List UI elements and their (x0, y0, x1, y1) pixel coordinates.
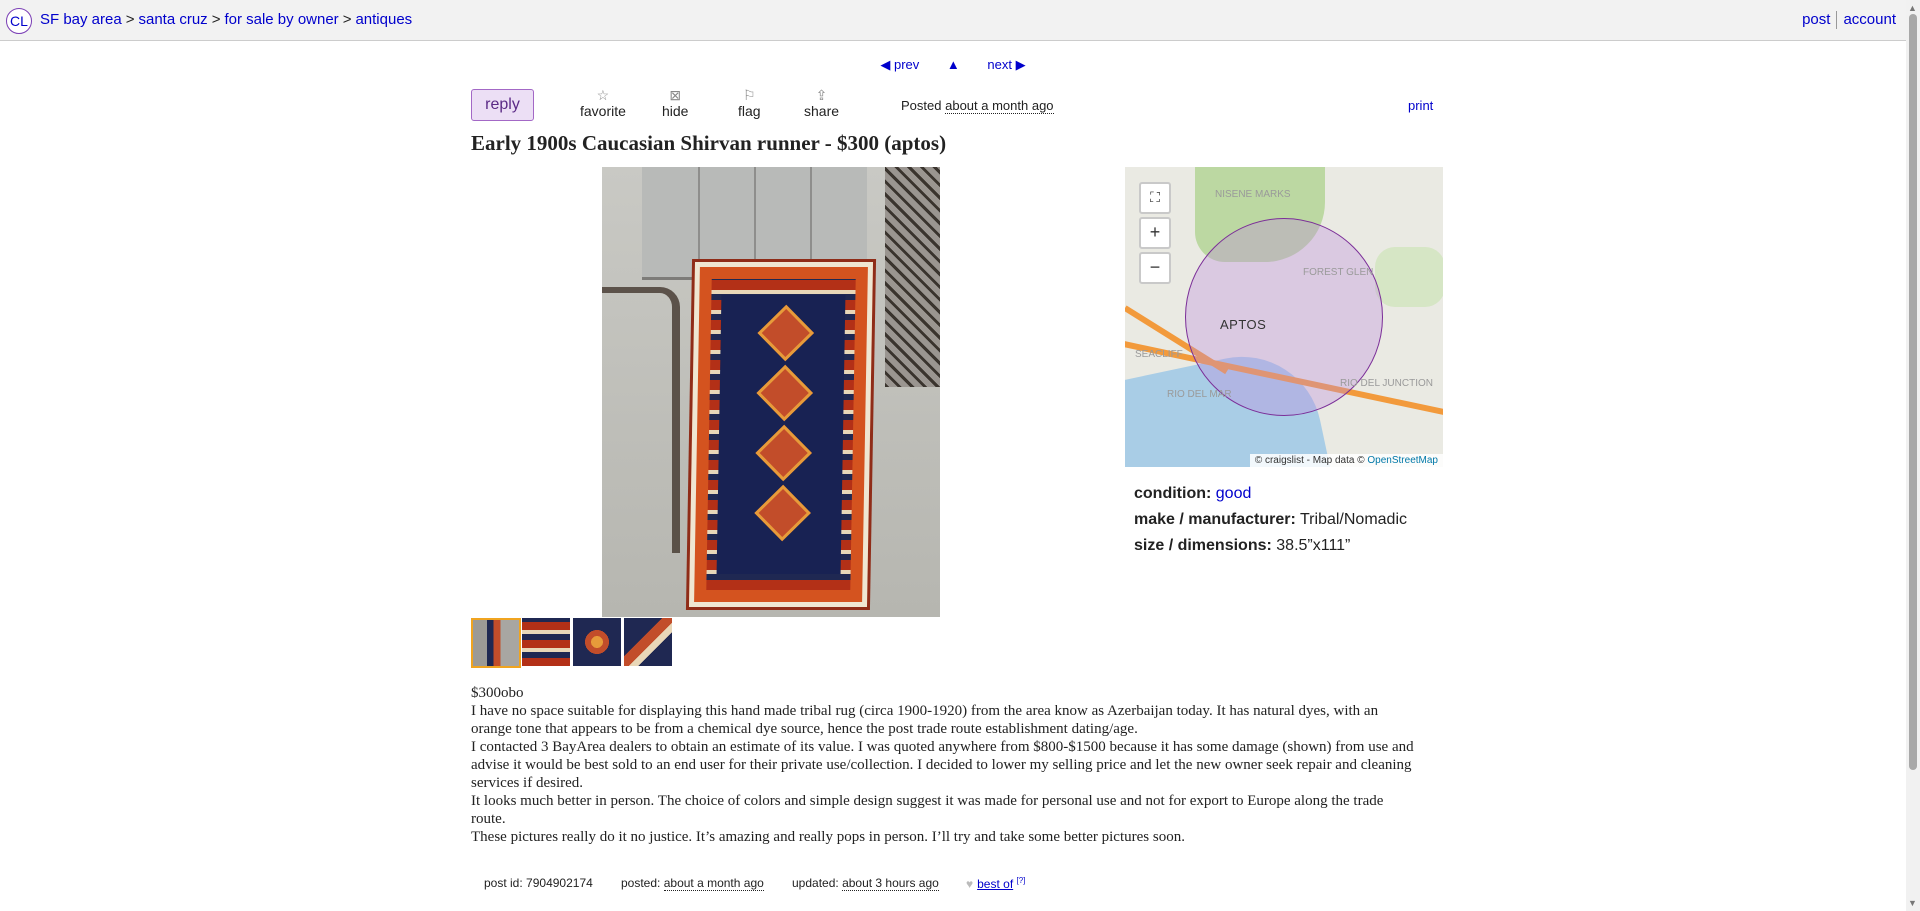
map-place-label: APTOS (1220, 317, 1267, 332)
body-paragraph: I contacted 3 BayArea dealers to obtain … (471, 739, 1414, 791)
map-label: FOREST GLEN (1303, 267, 1374, 278)
attr-condition: condition: good (1134, 481, 1407, 507)
attr-value: Tribal/Nomadic (1300, 511, 1407, 528)
map-park (1375, 247, 1443, 307)
hide-icon: ⊠ (669, 87, 682, 103)
page-scrollbar[interactable]: ▲ ▼ (1906, 0, 1920, 911)
attribute-group: condition: good make / manufacturer: Tri… (1134, 481, 1407, 559)
breadcrumb-separator: > (211, 11, 221, 28)
best-of-help-link[interactable]: [?] (1017, 876, 1026, 885)
share-icon: ⇪ (815, 87, 828, 103)
scroll-up-arrow-icon[interactable]: ▲ (1908, 3, 1917, 13)
posted-time: about a month ago (663, 876, 764, 891)
header-divider (1836, 11, 1838, 30)
thumbnail-4[interactable] (624, 618, 672, 666)
photo-chair (602, 287, 680, 553)
flag-icon: ⚐ (743, 87, 756, 103)
photo-lattice (885, 167, 940, 387)
breadcrumb-section[interactable]: for sale by owner (224, 11, 338, 28)
best-of-link[interactable]: best of (977, 877, 1013, 891)
attr-size: size / dimensions: 38.5”x111” (1134, 533, 1407, 559)
breadcrumb-separator: > (342, 11, 352, 28)
breadcrumb-separator: > (125, 11, 135, 28)
posted-date: Posted about a month ago (901, 98, 1054, 114)
breadcrumb-category[interactable]: antiques (355, 11, 412, 28)
posted-label: posted: (621, 876, 661, 890)
flag-button[interactable]: ⚐ flag (738, 87, 761, 119)
print-link[interactable]: print (1408, 98, 1433, 113)
post-id: post id: 7904902174 (484, 876, 593, 890)
posting-body: $300obo I have no space suitable for dis… (471, 684, 1421, 846)
attr-value: 38.5”x111” (1276, 537, 1351, 554)
thumbnail-2[interactable] (522, 618, 570, 666)
openstreetmap-link[interactable]: OpenStreetMap (1367, 455, 1438, 466)
post-id-label: post id: (484, 876, 523, 890)
zoom-in-button[interactable]: + (1139, 217, 1171, 249)
hide-button[interactable]: ⊠ hide (662, 87, 688, 119)
map-label: NISENE MARKS (1215, 189, 1291, 200)
attr-label: condition: (1134, 485, 1212, 502)
next-link[interactable]: next ▶ (987, 57, 1025, 72)
main-photo[interactable] (602, 167, 940, 617)
flag-label: flag (738, 103, 761, 119)
posting-pager: ◀ prev ▲ next ▶ (0, 57, 1906, 73)
thumbnail-3[interactable] (573, 618, 621, 666)
posted-label: Posted (901, 98, 942, 113)
post-id-value: 7904902174 (526, 876, 593, 890)
share-label: share (804, 103, 840, 119)
body-paragraph: These pictures really do it no justice. … (471, 829, 1185, 845)
breadcrumb: SF bay area > santa cruz > for sale by owner… (40, 11, 412, 28)
posting-title: Early 1900s Caucasian Shirvan runner - $… (471, 131, 947, 155)
scroll-thumb[interactable] (1909, 14, 1917, 770)
attr-condition-value[interactable]: good (1216, 485, 1252, 502)
map-label: SEACLIFF (1135, 349, 1183, 360)
favorite-button[interactable]: ☆ favorite (580, 87, 626, 119)
breadcrumb-region[interactable]: SF bay area (40, 11, 122, 28)
scroll-down-arrow-icon[interactable]: ▼ (1908, 898, 1917, 908)
prev-link[interactable]: ◀ prev (880, 57, 919, 72)
thumbnail-1[interactable] (471, 618, 521, 668)
up-link[interactable]: ▲ (947, 57, 960, 72)
post-link[interactable]: post (1802, 11, 1830, 28)
updated-time: about 3 hours ago (842, 876, 939, 891)
hide-label: hide (662, 103, 689, 119)
heart-icon: ♥ (966, 877, 974, 891)
craigslist-logo[interactable]: CL (6, 8, 32, 34)
reply-button[interactable]: reply (471, 89, 534, 121)
map-label: RIO DEL JUNCTION (1340, 378, 1433, 389)
best-of: ♥ best of [?] (966, 876, 1025, 891)
post-posted: posted: about a month ago (621, 876, 764, 891)
post-updated: updated: about 3 hours ago (792, 876, 939, 891)
fullscreen-icon[interactable]: ⛶ (1139, 182, 1171, 214)
map-attribution-text: © craigslist - Map data © (1254, 455, 1365, 466)
posted-time: about a month ago (945, 98, 1054, 114)
map-attribution: © craigslist - Map data © OpenStreetMap (1249, 454, 1443, 467)
account-link[interactable]: account (1843, 11, 1896, 28)
location-map[interactable]: NISENE MARKS FOREST GLEN SEACLIFF RIO DE… (1125, 167, 1443, 467)
body-paragraph: It looks much better in person. The choi… (471, 793, 1384, 827)
header-links: post account (1802, 11, 1896, 30)
map-label: RIO DEL MAR (1167, 389, 1232, 400)
body-paragraph: I have no space suitable for displaying … (471, 703, 1379, 737)
updated-label: updated: (792, 876, 839, 890)
attr-label: size / dimensions: (1134, 537, 1272, 554)
photo-rug (688, 262, 874, 607)
favorite-label: favorite (580, 103, 626, 119)
star-icon: ☆ (596, 87, 610, 103)
share-button[interactable]: ⇪ share (804, 87, 839, 119)
zoom-out-button[interactable]: − (1139, 252, 1171, 284)
attr-make: make / manufacturer: Tribal/Nomadic (1134, 507, 1407, 533)
header-bar: CL SF bay area > santa cruz > for sale by ow… (0, 0, 1906, 41)
body-paragraph: $300obo (471, 685, 524, 701)
attr-label: make / manufacturer: (1134, 511, 1296, 528)
breadcrumb-subarea[interactable]: santa cruz (138, 11, 207, 28)
